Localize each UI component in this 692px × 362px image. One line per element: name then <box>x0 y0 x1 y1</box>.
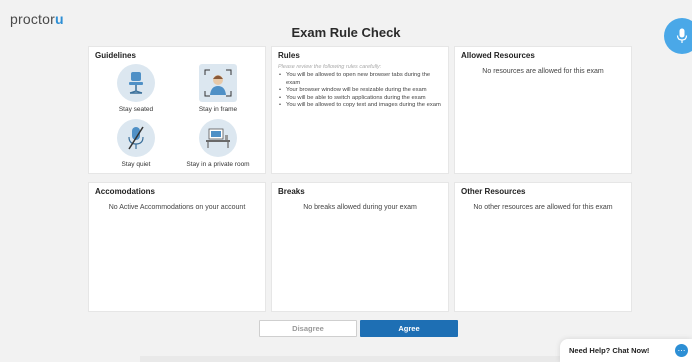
microphone-icon <box>676 28 688 43</box>
bottom-divider <box>140 356 560 362</box>
accommodations-card: Accomodations No Active Accommodations o… <box>88 182 266 312</box>
guideline-stay-quiet: Stay quiet <box>95 119 177 172</box>
breaks-card: Breaks No breaks allowed during your exa… <box>271 182 449 312</box>
disagree-button[interactable]: Disagree <box>259 320 357 337</box>
rules-card: Rules Please review the following rules … <box>271 46 449 174</box>
person-frame-icon <box>199 64 237 102</box>
guideline-stay-in-frame: Stay in frame <box>177 64 259 117</box>
accommodations-title: Accomodations <box>95 187 156 196</box>
other-resources-card: Other Resources No other resources are a… <box>454 182 632 312</box>
other-resources-message: No other resources are allowed for this … <box>473 204 613 211</box>
rules-grid: Guidelines Stay seated Stay in frame Sta… <box>88 46 632 312</box>
guidelines-title: Guidelines <box>95 51 136 60</box>
chat-help-button[interactable]: Need Help? Chat Now! ⋯ <box>560 339 692 362</box>
rule-item: You will be able to switch applications … <box>278 95 442 103</box>
guideline-stay-seated: Stay seated <box>95 64 177 117</box>
chat-bubble-icon[interactable]: ⋯ <box>675 344 688 357</box>
rules-intro: Please review the following rules carefu… <box>278 64 382 70</box>
guidelines-card: Guidelines Stay seated Stay in frame Sta… <box>88 46 266 174</box>
allowed-resources-card: Allowed Resources No resources are allow… <box>454 46 632 174</box>
guideline-label: Stay in frame <box>198 106 238 113</box>
allowed-resources-title: Allowed Resources <box>461 51 535 60</box>
guideline-label: Stay seated <box>118 106 154 113</box>
guideline-private-room: Stay in a private room <box>177 119 259 172</box>
allowed-resources-message: No resources are allowed for this exam <box>482 68 604 75</box>
agree-button[interactable]: Agree <box>360 320 458 337</box>
page-title: Exam Rule Check <box>291 25 401 40</box>
microphone-button[interactable] <box>664 18 692 54</box>
rules-title: Rules <box>278 51 300 60</box>
rule-item: Your browser window will be resizable du… <box>278 87 442 95</box>
breaks-title: Breaks <box>278 187 305 196</box>
guideline-label: Stay in a private room <box>186 161 250 168</box>
mute-mic-icon <box>117 119 155 157</box>
guideline-label: Stay quiet <box>121 161 151 168</box>
breaks-message: No breaks allowed during your exam <box>303 204 417 211</box>
rule-item: You will be allowed to copy text and ima… <box>278 102 442 110</box>
chair-icon <box>117 64 155 102</box>
desk-room-icon <box>199 119 237 157</box>
rule-item: You will be allowed to open new browser … <box>278 72 442 87</box>
other-resources-title: Other Resources <box>461 187 526 196</box>
rules-list: You will be allowed to open new browser … <box>278 72 442 110</box>
chat-help-label: Need Help? Chat Now! <box>569 346 650 355</box>
accommodations-message: No Active Accommodations on your account <box>108 204 246 211</box>
